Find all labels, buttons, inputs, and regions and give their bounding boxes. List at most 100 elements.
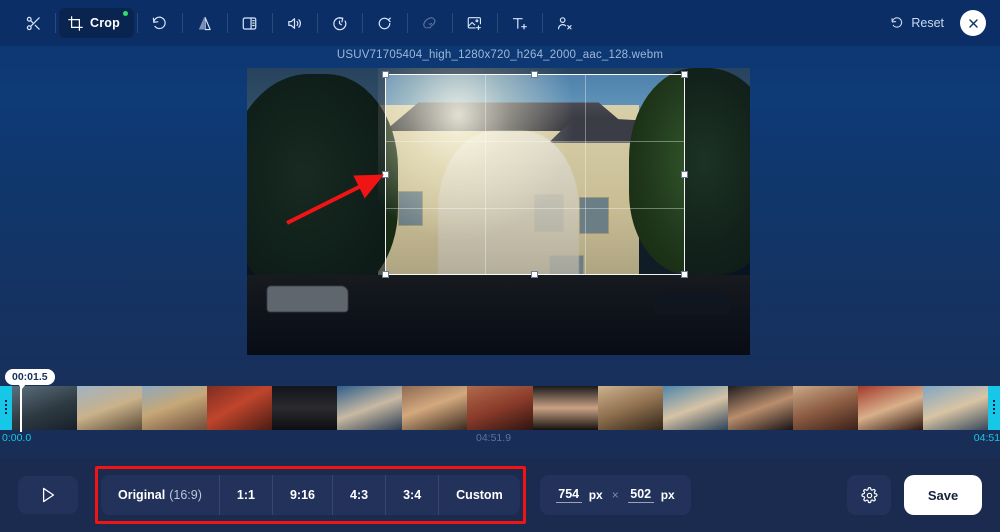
crop-width-input[interactable]: 754: [555, 487, 582, 503]
filmstrip-thumb[interactable]: [77, 386, 143, 430]
crop-handle-bottom-right[interactable]: [681, 271, 688, 278]
loop-tool-button[interactable]: [366, 8, 404, 38]
ratio-label: 1:1: [236, 488, 255, 502]
ratio-label: 3:4: [403, 488, 422, 502]
rotate-tool-button[interactable]: [141, 8, 179, 38]
trim-handle-end[interactable]: [988, 386, 1000, 430]
scissors-icon: [26, 16, 40, 30]
ratio-option-original[interactable]: Original (16:9): [101, 475, 220, 515]
crop-new-badge-icon: [122, 11, 128, 16]
ratio-label: Custom: [456, 488, 503, 502]
video-editor-window: Crop Reset USUV71705404_high_1280x720_h2…: [0, 0, 1000, 532]
gear-icon: [860, 486, 877, 503]
ratio-option-custom[interactable]: Custom: [439, 475, 520, 515]
trim-handle-start[interactable]: [0, 386, 12, 430]
remove-person-tool-button[interactable]: [546, 8, 584, 38]
speed-tool-button[interactable]: [321, 8, 359, 38]
crop-grid-line: [386, 207, 684, 209]
add-image-icon: [468, 16, 482, 30]
toolbar-divider: [451, 13, 453, 33]
filmstrip-thumb[interactable]: [792, 386, 858, 430]
crop-grid-line: [584, 75, 586, 274]
filmstrip-thumb[interactable]: [142, 386, 208, 430]
close-button[interactable]: [960, 10, 986, 36]
toolbar-divider: [181, 13, 183, 33]
loop-icon: [379, 17, 392, 29]
crop-handle-middle-right[interactable]: [681, 170, 688, 178]
video-frame[interactable]: [247, 68, 750, 355]
ratio-sublabel: (16:9): [169, 488, 202, 502]
timeline-timestamps: 0:00.0 04:51.9 04:51.: [0, 432, 1000, 450]
filmstrip-thumb[interactable]: [662, 386, 728, 430]
timeline-end-time: 04:51.: [973, 432, 1000, 444]
subtitle-tool-button[interactable]: [231, 8, 269, 38]
ratio-option-4-3[interactable]: 4:3: [333, 475, 387, 515]
bottom-control-bar: Original (16:9) 1:1 9:16 4:3 3:4 Custom …: [0, 458, 1000, 532]
filmstrip-thumb[interactable]: [272, 386, 338, 430]
ratio-option-9-16[interactable]: 9:16: [273, 475, 333, 515]
reset-icon: [891, 17, 903, 28]
dimension-separator: ×: [611, 488, 619, 502]
close-icon: [968, 18, 978, 28]
crop-tool-button[interactable]: Crop: [59, 8, 134, 38]
filmstrip-thumb[interactable]: [467, 386, 533, 430]
speed-icon: [333, 16, 347, 30]
crop-handle-middle-left[interactable]: [382, 170, 389, 178]
filmstrip-thumb[interactable]: [402, 386, 468, 430]
filmstrip-thumb[interactable]: [207, 386, 273, 430]
ratio-option-1-1[interactable]: 1:1: [220, 475, 273, 515]
flip-tool-button[interactable]: [186, 8, 224, 38]
toolbar-divider: [316, 13, 318, 33]
toolbar-divider: [55, 13, 56, 33]
timeline-filmstrip[interactable]: [0, 386, 1000, 430]
add-image-tool-button[interactable]: [456, 8, 494, 38]
filmstrip-thumb[interactable]: [532, 386, 598, 430]
aspect-ratio-section: Original (16:9) 1:1 9:16 4:3 3:4 Custom: [95, 466, 526, 524]
filmstrip-thumb[interactable]: [337, 386, 403, 430]
filmstrip-thumb[interactable]: [857, 386, 923, 430]
crop-height-unit: px: [660, 488, 675, 502]
cut-tool-button[interactable]: [14, 8, 52, 38]
filmstrip-thumb[interactable]: [727, 386, 793, 430]
crop-selection-box[interactable]: [382, 71, 688, 278]
filmstrip-thumb[interactable]: [922, 386, 988, 430]
timeline-playhead[interactable]: [20, 384, 22, 432]
remove-person-icon: [558, 16, 573, 29]
save-button[interactable]: Save: [904, 475, 982, 515]
crop-handle-top-right[interactable]: [681, 71, 688, 78]
toolbar-divider: [406, 13, 408, 33]
crop-handle-top-left[interactable]: [382, 71, 389, 78]
trim-grip-icon: [5, 400, 7, 416]
reset-button[interactable]: Reset: [882, 11, 952, 35]
filmstrip-thumb[interactable]: [597, 386, 663, 430]
rotate-icon: [153, 16, 167, 29]
video-preview-stage: [247, 68, 750, 355]
ratio-label: Original: [118, 488, 166, 502]
toolbar-divider: [136, 13, 138, 33]
crop-handle-bottom-center[interactable]: [531, 271, 538, 278]
toolbar-tools: Crop: [14, 8, 584, 38]
ratio-option-3-4[interactable]: 3:4: [386, 475, 440, 515]
crop-dimensions-group: 754 px × 502 px: [539, 475, 691, 515]
subtitle-icon: [243, 16, 257, 30]
crop-handle-bottom-left[interactable]: [382, 271, 389, 278]
top-toolbar: Crop Reset: [0, 0, 1000, 46]
effects-icon: [423, 16, 436, 29]
crop-handle-top-center[interactable]: [531, 71, 538, 78]
add-text-icon: [513, 17, 528, 29]
toolbar-divider: [361, 13, 363, 33]
effects-tool-button[interactable]: [411, 8, 449, 38]
toolbar-divider: [496, 13, 498, 33]
timeline-start-time: 0:00.0: [2, 432, 32, 444]
crop-grid-line: [485, 75, 487, 274]
play-icon: [42, 487, 54, 503]
flip-icon: [199, 16, 212, 30]
settings-button[interactable]: [847, 475, 891, 515]
filmstrip-thumbnails: [12, 386, 988, 430]
play-button[interactable]: [18, 476, 78, 514]
filename-label: USUV71705404_high_1280x720_h264_2000_aac…: [336, 49, 664, 61]
crop-shade-right: [685, 68, 750, 355]
crop-height-input[interactable]: 502: [627, 487, 654, 503]
volume-tool-button[interactable]: [276, 8, 314, 38]
add-text-tool-button[interactable]: [501, 8, 539, 38]
